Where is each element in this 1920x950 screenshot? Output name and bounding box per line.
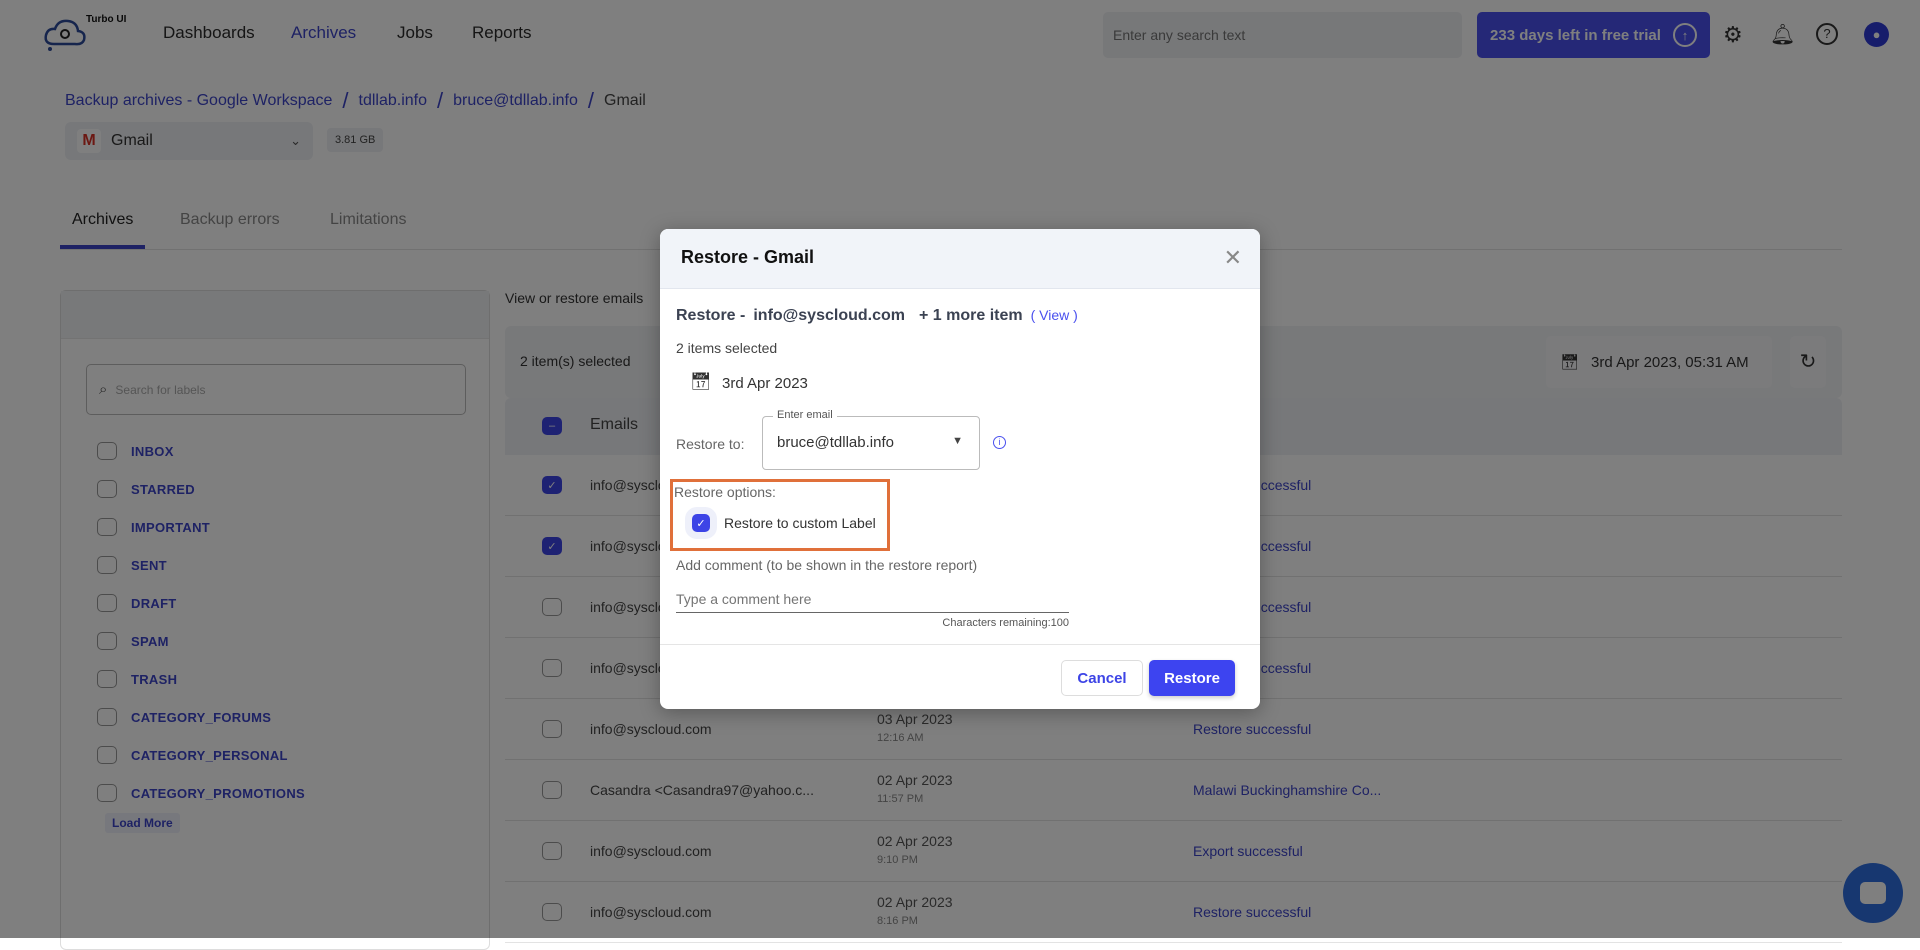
restore-summary: Restore - info@syscloud.com + 1 more ite… <box>676 307 1078 324</box>
comment-label: Add comment (to be shown in the restore … <box>676 557 978 573</box>
restore-dialog: Restore - Gmail ✕ Restore - info@sysclou… <box>660 229 1260 709</box>
restore-date: 3rd Apr 2023 <box>722 375 808 392</box>
dialog-title: Restore - Gmail <box>681 247 815 267</box>
view-items-link[interactable]: ( View ) <box>1031 307 1078 323</box>
email-field-value: bruce@tdllab.info <box>777 434 894 451</box>
restore-to-label: Restore to: <box>676 436 745 452</box>
info-icon[interactable]: i <box>993 436 1006 449</box>
comment-input[interactable] <box>676 585 1069 613</box>
cancel-button[interactable]: Cancel <box>1061 660 1143 696</box>
caret-down-icon: ▼ <box>952 435 963 447</box>
custom-label-checkbox[interactable]: ✓ <box>692 514 710 532</box>
custom-label-option[interactable]: ✓ Restore to custom Label <box>692 514 876 532</box>
email-field-label: Enter email <box>773 409 837 421</box>
calendar-icon: 📅︎ <box>690 372 712 391</box>
restore-button[interactable]: Restore <box>1149 660 1235 696</box>
items-selected: 2 items selected <box>676 340 778 356</box>
chars-remaining: Characters remaining:100 <box>942 617 1069 629</box>
restore-options-label: Restore options: <box>674 484 776 500</box>
restore-email-select[interactable]: Enter email bruce@tdllab.info ▼ <box>762 409 980 470</box>
close-icon[interactable]: ✕ <box>1224 245 1242 271</box>
